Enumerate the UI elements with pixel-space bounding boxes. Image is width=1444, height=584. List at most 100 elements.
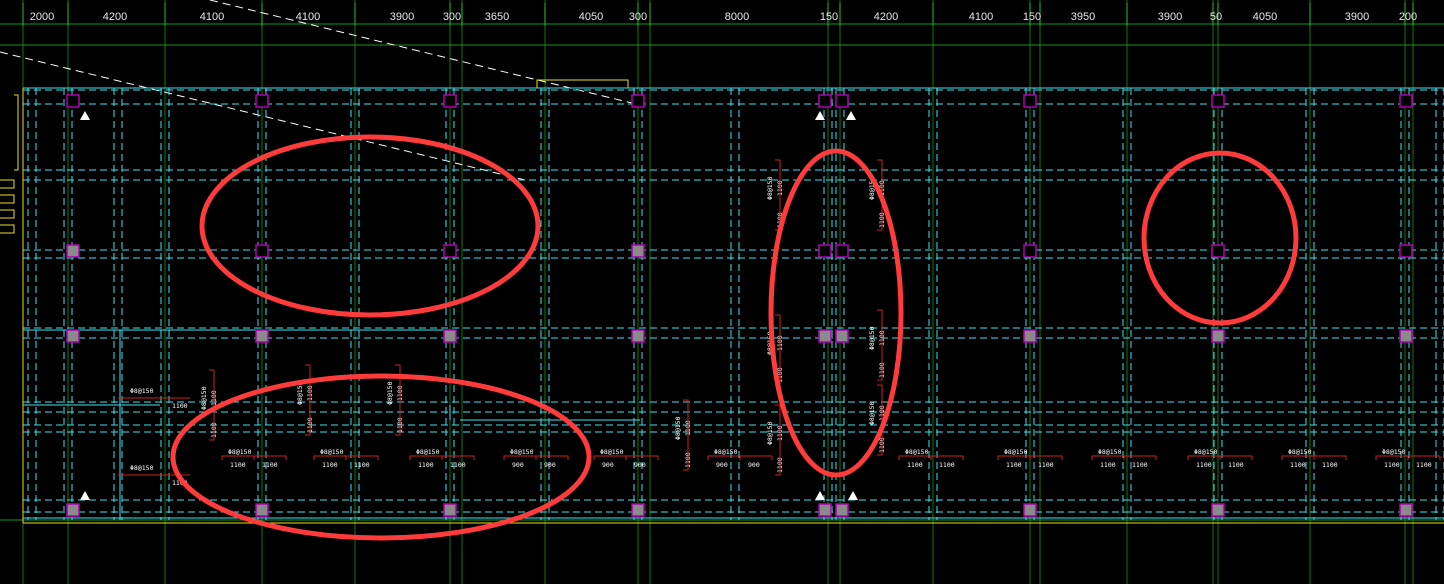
rebar-spec-label: Φ8@150 <box>130 464 154 472</box>
column-marker <box>1023 329 1037 343</box>
column-marker <box>443 244 457 258</box>
rebar-spec-label: Φ8@150 <box>416 448 440 456</box>
rebar-length-label: 900 <box>512 461 524 469</box>
column-marker <box>255 503 269 517</box>
column-marker <box>443 503 457 517</box>
column-marker <box>835 329 849 343</box>
highlight-ellipse <box>199 134 541 318</box>
rebar-spec-label: Φ8@150 <box>868 401 876 425</box>
column-marker <box>835 94 849 108</box>
rebar-length-label: 1100 <box>1006 461 1022 469</box>
dimension-label: 3950 <box>1071 11 1095 23</box>
rebar-spec-label: Φ8@150 <box>1098 448 1122 456</box>
vertical-rebar-annotation: Φ8@15011001100 <box>766 421 784 473</box>
rebar-length-label: 1100 <box>450 461 466 469</box>
rebar-spec-label: Φ8@150 <box>510 448 534 456</box>
rebar-length-label: 900 <box>634 461 646 469</box>
column-marker <box>1399 329 1413 343</box>
rebar-length-label: 1100 <box>1132 461 1148 469</box>
triangle-marker-icon <box>80 111 90 120</box>
column-marker <box>1023 244 1037 258</box>
rebar-length-label: 1100 <box>230 461 246 469</box>
rebar-spec-label: Φ8@150 <box>1382 448 1406 456</box>
rebar-length-label: 1100 <box>1416 461 1432 469</box>
rebar-length-label: 1100 <box>907 461 923 469</box>
column-marker <box>1023 94 1037 108</box>
triangle-marker-icon <box>846 111 856 120</box>
column-marker <box>835 244 849 258</box>
vertical-rebar-annotation: Φ8@15011001100 <box>674 416 692 468</box>
rebar-length-label: 1100 <box>1228 461 1244 469</box>
column-marker <box>818 329 832 343</box>
rebar-spec-label: Φ8@150 <box>1288 448 1312 456</box>
dimension-label: 4100 <box>296 11 320 23</box>
dimension-label: 4200 <box>103 11 127 23</box>
rebar-spec-label: Φ8@150 <box>1004 448 1028 456</box>
column-marker <box>66 503 80 517</box>
outline-notch <box>14 94 19 171</box>
rebar-spec-label: Φ8@150 <box>1194 448 1218 456</box>
rebar-length-label: 1100 <box>1322 461 1338 469</box>
rebar-spec-label: Φ8@150 <box>386 381 394 405</box>
dimension-label: 2000 <box>30 11 54 23</box>
rebar-length-label: 1100 <box>1384 461 1400 469</box>
dimension-label: 4100 <box>969 11 993 23</box>
rebar-spec-label: Φ8@150 <box>766 421 774 445</box>
rebar-length-label: 1100 <box>418 461 434 469</box>
highlight-ellipse <box>1141 150 1299 326</box>
column-marker <box>818 244 832 258</box>
rebar-length-label: 1100 <box>1038 461 1054 469</box>
rebar-spec-label: Φ8@150 <box>228 448 252 456</box>
dimension-label: 150 <box>820 11 838 23</box>
column-marker <box>631 244 645 258</box>
top-dimension-row: 2000 4200 4100 4100 3900 300 3650 4050 300 8000 15… <box>30 11 1417 23</box>
column-marker <box>818 503 832 517</box>
column-marker <box>66 329 80 343</box>
outline-notch <box>0 224 15 234</box>
rebar-spec-label: Φ8@150 <box>130 387 154 395</box>
column-marker <box>66 94 80 108</box>
rebar-length-label: 900 <box>748 461 760 469</box>
rebar-length-label: 1100 <box>322 461 338 469</box>
rebar-spec-label: Φ8@150 <box>766 176 774 200</box>
dimension-label: 3900 <box>390 11 414 23</box>
column-marker <box>631 503 645 517</box>
dimension-label: 3900 <box>1345 11 1369 23</box>
rebar-spec-label: Φ8@150 <box>200 386 208 410</box>
dimension-label: 300 <box>443 11 461 23</box>
rebar-spec-label: Φ8@150 <box>905 448 929 456</box>
column-marker <box>1399 503 1413 517</box>
rebar-length-label: 900 <box>544 461 556 469</box>
rebar-length-label: 1100 <box>262 461 278 469</box>
column-marker <box>255 329 269 343</box>
rebar-length-label: 1100 <box>939 461 955 469</box>
highlight-ellipse <box>170 373 592 541</box>
rebar-length-label: 1100 <box>1100 461 1116 469</box>
column-marker <box>255 94 269 108</box>
rebar-length-label: 900 <box>716 461 728 469</box>
rebar-length-label: 1100 <box>1196 461 1212 469</box>
rebar-annotations: Φ8@1501100 1100Φ8@1501100 1100Φ8@1501100 11… <box>118 159 1441 487</box>
column-marker <box>66 244 80 258</box>
rebar-length-label: 1100 <box>1290 461 1306 469</box>
column-marker <box>255 244 269 258</box>
column-marker <box>1399 94 1413 108</box>
dimension-label: 200 <box>1399 11 1417 23</box>
vertical-rebar-annotation: Φ8@15011001100 <box>868 326 886 378</box>
dimension-label: 4200 <box>874 11 898 23</box>
floor-plan-canvas[interactable]: 2000 4200 4100 4100 3900 300 3650 4050 300 8000 15… <box>0 0 1444 584</box>
outline-top <box>23 79 1444 89</box>
column-marker <box>1211 503 1225 517</box>
dimension-label: 50 <box>1210 11 1222 23</box>
outline-notch <box>0 209 15 219</box>
rebar-length-label: 900 <box>602 461 614 469</box>
dimension-label: 150 <box>1023 11 1041 23</box>
rebar-spec-label: Φ8@150 <box>868 326 876 350</box>
triangle-markers <box>80 111 858 500</box>
dimension-label: 3900 <box>1158 11 1182 23</box>
column-marker <box>1399 244 1413 258</box>
slope-dashed-line <box>209 0 641 106</box>
column-marker <box>1023 503 1037 517</box>
column-marker <box>1211 329 1225 343</box>
rebar-spec-label: Φ8@150 <box>320 448 344 456</box>
